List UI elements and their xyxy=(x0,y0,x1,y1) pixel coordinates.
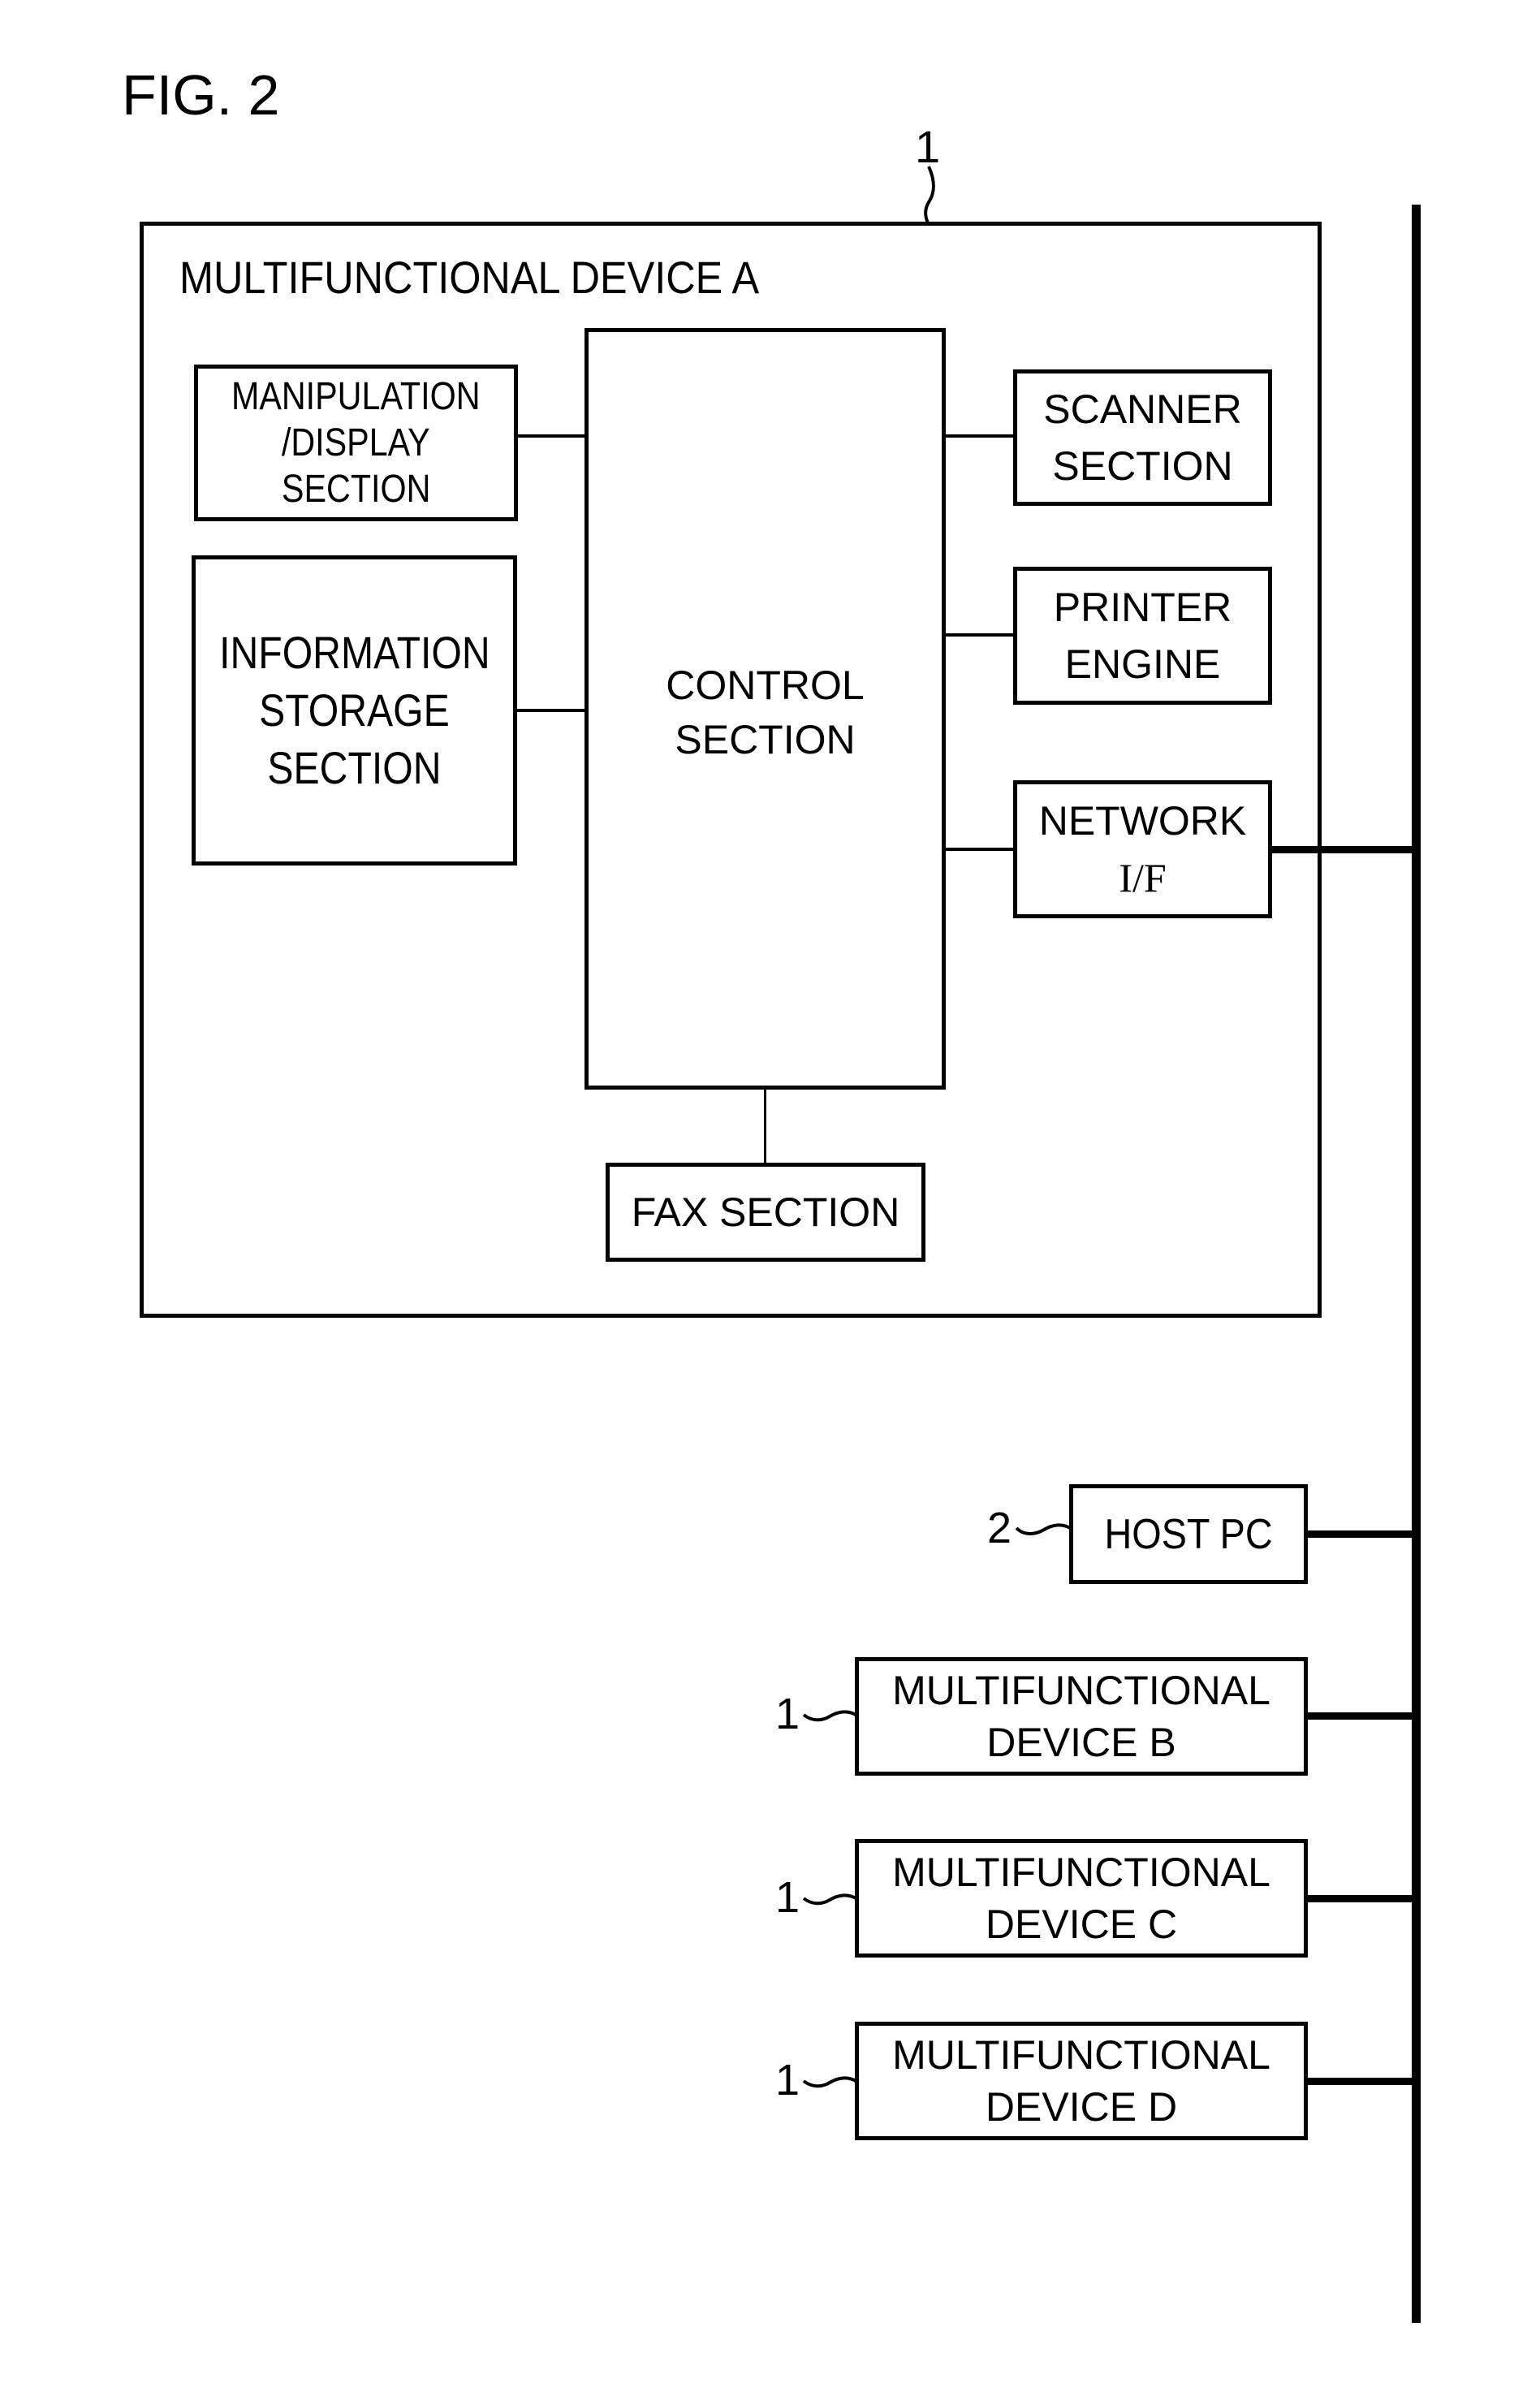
leader-line-device-a xyxy=(924,166,935,224)
manipulation-line-1: MANIPULATION xyxy=(231,374,481,418)
connector-device-c-bus xyxy=(1306,1895,1413,1902)
information-storage-section: INFORMATION STORAGE SECTION xyxy=(192,555,517,866)
network-bus xyxy=(1412,205,1421,2323)
network-interface: NETWORK I/F xyxy=(1013,780,1272,918)
device-c-line-1: MULTIFUNCTIONAL xyxy=(892,1850,1270,1895)
reference-numeral-device-c: 1 xyxy=(775,1873,800,1922)
connector-control-scanner xyxy=(945,434,1014,438)
device-d-line-2: DEVICE D xyxy=(985,2084,1178,2130)
control-line-2: SECTION xyxy=(675,717,856,762)
leader-line-device-b xyxy=(802,1710,857,1722)
device-a-title: MULTIFUNCTIONAL DEVICE A xyxy=(179,252,760,303)
device-d-line-1: MULTIFUNCTIONAL xyxy=(892,2032,1270,2078)
reference-numeral-host-pc: 2 xyxy=(987,1504,1012,1552)
reference-numeral-device-b: 1 xyxy=(775,1690,800,1738)
control-line-1: CONTROL xyxy=(666,663,865,708)
manipulation-line-3: SECTION xyxy=(281,467,431,511)
printer-line-2: ENGINE xyxy=(1064,641,1221,687)
manipulation-display-section: MANIPULATION /DISPLAY SECTION xyxy=(194,365,518,521)
reference-numeral-device-d: 1 xyxy=(775,2056,800,2105)
multifunctional-device-c-box: MULTIFUNCTIONAL DEVICE C xyxy=(855,1839,1308,1958)
fax-line-1: FAX SECTION xyxy=(631,1189,900,1235)
fax-section: FAX SECTION xyxy=(606,1163,925,1262)
scanner-section: SCANNER SECTION xyxy=(1013,369,1272,506)
scanner-line-2: SECTION xyxy=(1052,443,1233,489)
connector-device-d-bus xyxy=(1306,2078,1413,2085)
connector-storage-control xyxy=(516,709,585,712)
reference-numeral-device-a: 1 xyxy=(915,121,941,172)
leader-line-device-c xyxy=(802,1893,857,1906)
device-b-line-1: MULTIFUNCTIONAL xyxy=(892,1668,1270,1713)
device-c-line-2: DEVICE C xyxy=(985,1902,1178,1947)
information-storage-line-3: SECTION xyxy=(267,742,442,793)
connector-control-fax xyxy=(764,1089,766,1163)
leader-line-device-d xyxy=(802,2076,857,2088)
multifunctional-device-d-box: MULTIFUNCTIONAL DEVICE D xyxy=(855,2022,1308,2140)
connector-host-bus xyxy=(1306,1530,1413,1538)
printer-engine: PRINTER ENGINE xyxy=(1013,567,1272,705)
network-line-2: I/F xyxy=(1119,855,1167,900)
information-storage-line-1: INFORMATION xyxy=(218,627,490,678)
connector-device-b-bus xyxy=(1306,1712,1413,1720)
control-section: CONTROL SECTION xyxy=(585,328,946,1090)
connector-control-network xyxy=(945,848,1014,851)
multifunctional-device-b-box: MULTIFUNCTIONAL DEVICE B xyxy=(855,1657,1308,1776)
figure-title: FIG. 2 xyxy=(122,63,280,127)
device-b-line-2: DEVICE B xyxy=(986,1720,1176,1765)
host-pc-label: HOST PC xyxy=(1104,1510,1273,1558)
printer-line-1: PRINTER xyxy=(1053,585,1232,630)
host-pc-box: HOST PC xyxy=(1069,1484,1308,1584)
scanner-line-1: SCANNER xyxy=(1043,386,1242,432)
network-line-1: NETWORK xyxy=(1038,798,1247,844)
connector-manipulation-control xyxy=(517,434,585,438)
manipulation-line-2: /DISPLAY xyxy=(282,421,430,464)
leader-line-host-pc xyxy=(1015,1523,1072,1535)
connector-network-bus xyxy=(1271,846,1413,853)
connector-control-printer xyxy=(945,633,1014,637)
information-storage-line-2: STORAGE xyxy=(259,684,450,736)
